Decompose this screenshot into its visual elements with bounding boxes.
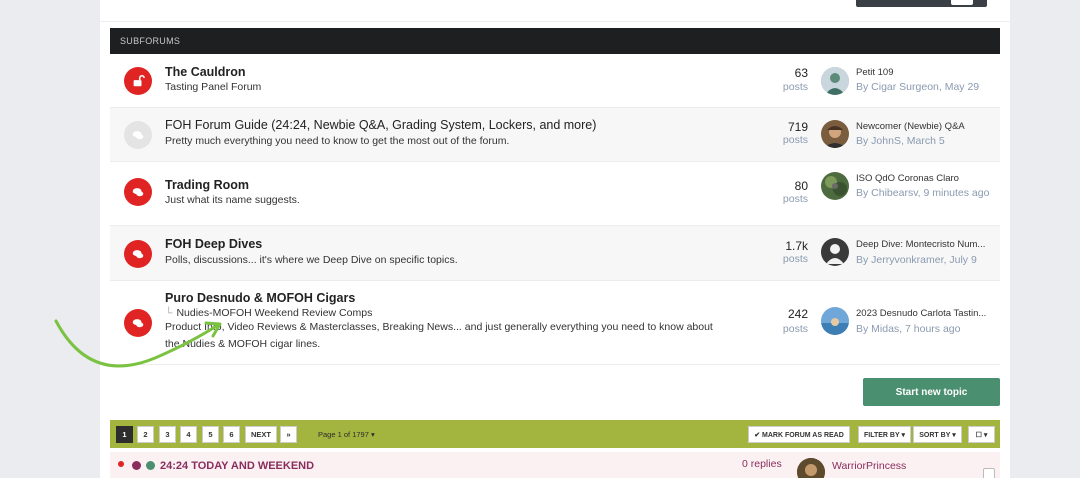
topic-last-user[interactable]: WarriorPrincess	[832, 460, 906, 472]
page-5-button[interactable]: 5	[202, 426, 219, 443]
last-post-title[interactable]: ISO QdO Coronas Claro	[856, 173, 994, 184]
forum-row[interactable]: Trading Room Just what its name suggests…	[110, 162, 1000, 226]
forum-row[interactable]: FOH Deep Dives Polls, discussions... it'…	[110, 226, 1000, 281]
chat-bubbles-icon	[124, 178, 152, 206]
top-strip	[100, 0, 1010, 22]
forum-row[interactable]: Puro Desnudo & MOFOH Cigars └ Nudies-MOFO…	[110, 281, 1000, 365]
topic-title[interactable]: 24:24 TODAY AND WEEKEND	[160, 460, 314, 472]
post-count-label: posts	[782, 253, 808, 265]
top-toolbar-button[interactable]	[856, 0, 987, 7]
forum-description: Tasting Panel Forum	[165, 81, 262, 93]
page-1-button[interactable]: 1	[116, 426, 133, 443]
chat-bubbles-icon	[124, 121, 152, 149]
page-3-button[interactable]: 3	[159, 426, 176, 443]
forum-title[interactable]: FOH Forum Guide (24:24, Newbie Q&A, Grad…	[165, 118, 596, 132]
unread-dot-icon	[118, 461, 124, 467]
pinned-icon	[146, 461, 155, 470]
avatar[interactable]	[797, 458, 825, 478]
chat-bubbles-icon	[124, 309, 152, 337]
forum-description: Pretty much everything you need to know …	[165, 135, 510, 147]
forum-row[interactable]: FOH Forum Guide (24:24, Newbie Q&A, Grad…	[110, 108, 1000, 162]
forum-title[interactable]: The Cauldron	[165, 65, 246, 79]
forum-title[interactable]: Trading Room	[165, 178, 249, 192]
post-count: 80	[794, 179, 808, 193]
post-count: 1.7k	[785, 239, 808, 253]
post-count: 719	[787, 120, 808, 134]
avatar[interactable]	[821, 238, 849, 266]
post-count-label: posts	[782, 81, 808, 93]
last-post-by: By JohnS, March 5	[856, 135, 945, 147]
post-count-label: posts	[782, 323, 808, 335]
hot-topic-icon	[132, 461, 141, 470]
last-post-by: By Cigar Surgeon, May 29	[856, 81, 980, 93]
page-6-button[interactable]: 6	[223, 426, 240, 443]
last-post-title[interactable]: Newcomer (Newbie) Q&A	[856, 121, 994, 132]
avatar[interactable]	[821, 120, 849, 148]
select-all-button[interactable]: ☐ ▾	[968, 426, 995, 443]
topic-row[interactable]: 24:24 TODAY AND WEEKEND 0 replies Warrio…	[110, 452, 1000, 478]
next-page-button[interactable]: NEXT	[245, 426, 277, 443]
forum-title[interactable]: Puro Desnudo & MOFOH Cigars	[165, 291, 355, 305]
filter-by-button[interactable]: FILTER BY ▾	[858, 426, 911, 443]
page-content: SUBFORUMS The Cauldron Tasting Panel For…	[100, 0, 1010, 478]
chat-bubbles-icon	[124, 240, 152, 268]
last-post-by: By Midas, 7 hours ago	[856, 323, 961, 335]
avatar[interactable]	[821, 67, 849, 95]
post-count-label: posts	[782, 134, 808, 146]
forum-title[interactable]: FOH Deep Dives	[165, 237, 262, 251]
last-post-title[interactable]: Petit 109	[856, 67, 994, 78]
last-post-title[interactable]: 2023 Desnudo Carlota Tastin...	[856, 308, 994, 319]
forum-description: Product Info, Video Reviews & Masterclas…	[165, 321, 713, 350]
post-count-label: posts	[782, 193, 808, 205]
sort-by-button[interactable]: SORT BY ▾	[913, 426, 962, 443]
mark-forum-read-button[interactable]: ✔ MARK FORUM AS READ	[748, 426, 850, 443]
tree-branch-icon: └	[165, 307, 173, 319]
sub-subforum-link[interactable]: └ Nudies-MOFOH Weekend Review Comps	[165, 307, 372, 319]
page-2-button[interactable]: 2	[137, 426, 154, 443]
last-post-by: By Jerryvonkramer, July 9	[856, 254, 977, 266]
start-new-topic-button[interactable]: Start new topic	[863, 378, 1000, 406]
forum-row[interactable]: The Cauldron Tasting Panel Forum 63 post…	[110, 54, 1000, 108]
page-jump-dropdown[interactable]: Page 1 of 1797 ▾	[318, 430, 375, 439]
forum-description: Just what its name suggests.	[165, 194, 300, 206]
page-4-button[interactable]: 4	[180, 426, 197, 443]
lock-open-icon	[124, 67, 152, 95]
last-post-title[interactable]: Deep Dive: Montecristo Num...	[856, 239, 994, 250]
last-post-by: By Chibearsv, 9 minutes ago	[856, 187, 990, 199]
post-count: 63	[794, 66, 808, 80]
topic-select-checkbox[interactable]	[983, 468, 995, 478]
post-count: 242	[787, 307, 808, 321]
last-page-button[interactable]: »	[280, 426, 297, 443]
subforums-header: SUBFORUMS	[110, 28, 1000, 54]
sub-subforum-label: Nudies-MOFOH Weekend Review Comps	[176, 307, 373, 319]
forum-description: Polls, discussions... it's where we Deep…	[165, 254, 458, 266]
avatar[interactable]	[821, 307, 849, 335]
avatar[interactable]	[821, 172, 849, 200]
topic-replies: 0 replies	[742, 458, 782, 470]
pagination-bar: 1 2 3 4 5 6 NEXT » Page 1 of 1797 ▾ ✔ MA…	[110, 420, 1000, 448]
